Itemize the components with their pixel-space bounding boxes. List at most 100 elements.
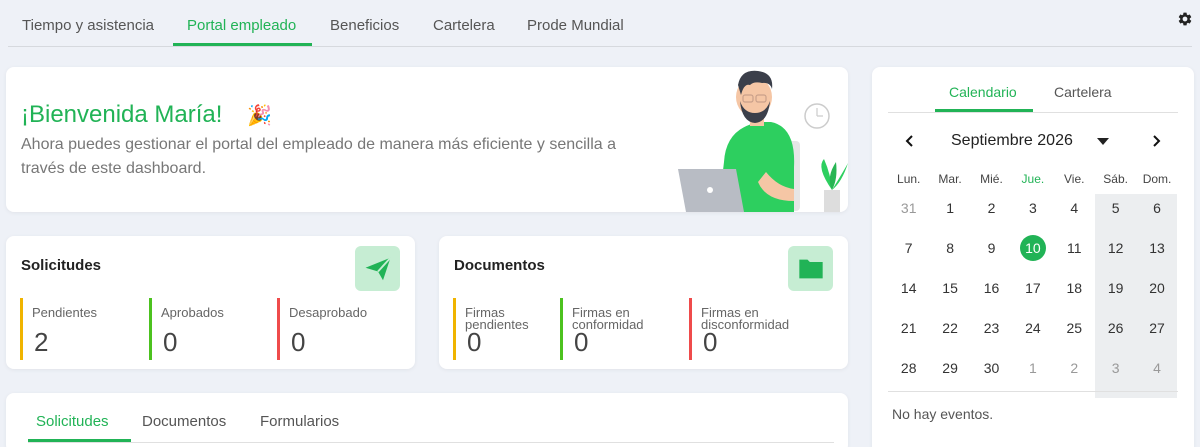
no-events-text: No hay eventos.	[892, 406, 994, 422]
documentos-card: Documentos Firmas pendientes 0 Firmas en…	[439, 236, 848, 369]
calendar-day[interactable]: 30	[971, 354, 1012, 394]
calendar-day[interactable]: 12	[1095, 234, 1136, 274]
month-label[interactable]: Septiembre 2026	[951, 132, 1073, 150]
welcome-title: ¡Bienvenida María!	[21, 101, 223, 128]
calendar-day[interactable]: 14	[888, 274, 929, 314]
tab-tiempo-asistencia[interactable]: Tiempo y asistencia	[8, 0, 173, 46]
weekday-label: Mar.	[938, 172, 962, 186]
day-number: 24	[1025, 320, 1041, 336]
calendar-day[interactable]: 28	[888, 354, 929, 394]
calendar-week: 7 8 9 10 11 12 13	[888, 234, 1178, 274]
active-tab-indicator	[28, 439, 131, 442]
metric-desaprobado: Desaprobado 0	[277, 298, 367, 360]
gear-icon[interactable]	[1177, 11, 1193, 27]
day-number: 30	[983, 360, 1000, 376]
day-number: 28	[900, 360, 917, 376]
calendar-day[interactable]: 1	[1012, 354, 1053, 394]
calendar-day[interactable]: 21	[888, 314, 929, 354]
day-number: 12	[1107, 240, 1124, 256]
month-dropdown-icon[interactable]	[1097, 138, 1109, 145]
prev-month-icon[interactable]	[904, 135, 916, 147]
metric-value: 0	[163, 327, 178, 357]
tab-cartelera-cal[interactable]: Cartelera	[1054, 84, 1112, 100]
calendar-day[interactable]: 6	[1136, 194, 1177, 234]
calendar-active-tab-indicator	[935, 109, 1033, 112]
day-number: 1	[1028, 360, 1037, 376]
day-number: 4	[1070, 200, 1079, 216]
calendar-day[interactable]: 2	[1054, 354, 1095, 394]
calendar-week: 21 22 23 24 25 26 27	[888, 314, 1178, 354]
day-number: 5	[1111, 200, 1120, 216]
calendar-day[interactable]: 17	[1012, 274, 1053, 314]
weekday-label: Sáb.	[1103, 172, 1128, 186]
calendar-tab-divider	[888, 112, 1178, 113]
calendar-day[interactable]: 24	[1012, 314, 1053, 354]
calendar-day[interactable]: 5	[1095, 194, 1136, 234]
weekday-label: Mié.	[980, 172, 1003, 186]
tab-documentos[interactable]: Documentos	[142, 413, 226, 430]
calendar-card: Calendario Cartelera Septiembre 2026 Lun…	[872, 67, 1194, 447]
tab-divider	[28, 442, 834, 443]
calendar-day-today[interactable]: 10	[1012, 234, 1053, 274]
calendar-day[interactable]: 19	[1095, 274, 1136, 314]
calendar-day[interactable]: 2	[971, 194, 1012, 234]
calendar-week: 14 15 16 17 18 19 20	[888, 274, 1178, 314]
metric-label: Pendientes	[32, 305, 98, 320]
day-number: 31	[900, 200, 917, 216]
metric-label: Desaprobado	[289, 305, 368, 320]
tab-portal-empleado[interactable]: Portal empleado	[173, 0, 312, 46]
tab-solicitudes[interactable]: Solicitudes	[36, 413, 109, 430]
calendar-day[interactable]: 3	[1012, 194, 1053, 234]
weekday-label: Vie.	[1064, 172, 1085, 186]
calendar-day[interactable]: 4	[1136, 354, 1177, 394]
calendar-day[interactable]: 15	[929, 274, 970, 314]
calendar-day[interactable]: 25	[1054, 314, 1095, 354]
calendar-day[interactable]: 7	[888, 234, 929, 274]
folder-icon[interactable]	[788, 246, 833, 291]
metric-value: 0	[574, 327, 589, 357]
calendar-day[interactable]: 16	[971, 274, 1012, 314]
calendar-day[interactable]: 26	[1095, 314, 1136, 354]
solicitudes-title: Solicitudes	[21, 257, 102, 274]
day-number: 8	[946, 240, 954, 256]
tab-prode-mundial[interactable]: Prode Mundial	[511, 0, 631, 46]
day-number: 3	[1111, 360, 1120, 376]
metric-value: 2	[34, 327, 49, 357]
calendar-day[interactable]: 3	[1095, 354, 1136, 394]
tab-formularios[interactable]: Formularios	[260, 413, 339, 430]
metric-firmas-conformidad: Firmas en conformidad 0	[560, 298, 672, 360]
calendar-day[interactable]: 18	[1054, 274, 1095, 314]
calendar-day[interactable]: 9	[971, 234, 1012, 274]
day-number: 22	[942, 320, 958, 336]
top-nav: Tiempo y asistencia Portal empleado Bene…	[8, 0, 1192, 47]
next-month-icon[interactable]	[1150, 135, 1162, 147]
tab-calendario[interactable]: Calendario	[949, 84, 1017, 100]
day-number: 11	[1066, 240, 1082, 256]
calendar-day[interactable]: 22	[929, 314, 970, 354]
calendar-day[interactable]: 13	[1136, 234, 1177, 274]
calendar-day[interactable]: 20	[1136, 274, 1177, 314]
calendar-week: 31 1 2 3 4 5 6	[888, 194, 1178, 234]
day-number: 29	[942, 360, 958, 376]
metric-value: 0	[703, 327, 718, 357]
calendar-day[interactable]: 27	[1136, 314, 1177, 354]
calendar-day[interactable]: 8	[929, 234, 970, 274]
day-number: 14	[900, 280, 917, 296]
calendar-day[interactable]: 31	[888, 194, 929, 234]
calendar-day[interactable]: 4	[1054, 194, 1095, 234]
weekday-label: Dom.	[1142, 172, 1172, 186]
tab-beneficios[interactable]: Beneficios	[312, 0, 416, 46]
employee-illustration	[678, 70, 848, 212]
day-number: 1	[946, 200, 954, 216]
day-number: 7	[904, 240, 913, 256]
calendar-day[interactable]: 11	[1054, 234, 1095, 274]
tab-cartelera[interactable]: Cartelera	[416, 0, 511, 46]
calendar-day[interactable]: 1	[929, 194, 970, 234]
calendar-day[interactable]: 29	[929, 354, 970, 394]
weekday-label: Lun.	[897, 172, 921, 186]
calendar-day[interactable]: 23	[971, 314, 1012, 354]
send-icon[interactable]	[355, 246, 400, 291]
weekday-header: Lun. Mar. Mié. Jue. Vie. Sáb. Dom.	[888, 165, 1178, 194]
day-number: 10	[1019, 235, 1046, 261]
calendar-week: 28 29 30 1 2 3 4	[888, 354, 1178, 394]
